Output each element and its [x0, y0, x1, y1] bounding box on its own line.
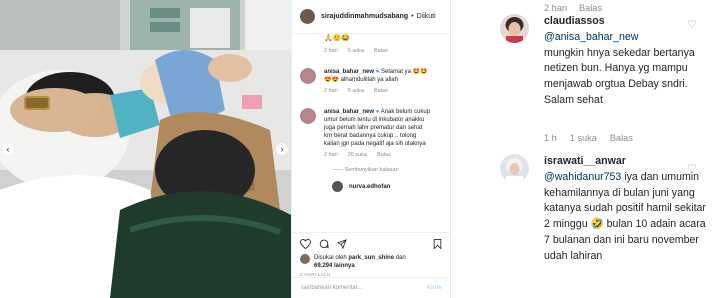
- chevron-right-icon[interactable]: ›: [276, 143, 288, 155]
- reply-button[interactable]: Balas: [610, 133, 633, 143]
- comment-time: 2 hari: [324, 88, 338, 94]
- comment-body: anisa_bahar_new ● Selamat ya 🤩🤩😍😍 alhamd…: [324, 68, 432, 84]
- likes-and: dan: [395, 255, 406, 261]
- comment-time: 1 h: [544, 133, 557, 143]
- reply-button[interactable]: Balas: [374, 48, 388, 54]
- reply-item: nurva.edhofan: [332, 181, 450, 192]
- avatar[interactable]: [300, 9, 315, 24]
- comment-item: anisa_bahar_new ● Selamat ya 🤩🤩😍😍 alhamd…: [300, 68, 450, 94]
- comment-text: iya dan umumin kehamilannya di bulan jun…: [544, 170, 706, 262]
- post-username[interactable]: sirajuddinmahmudsabang: [321, 13, 408, 20]
- likes-count[interactable]: 69.294 lainnya: [314, 263, 355, 269]
- verified-badge-icon: ●: [375, 69, 380, 75]
- comment-username[interactable]: anisa_bahar_new: [324, 109, 374, 115]
- comment-meta: 2 hari Balas: [544, 3, 602, 13]
- comment-mention[interactable]: @anisa_bahar_new: [544, 31, 638, 43]
- verified-badge-icon: ●: [375, 109, 380, 115]
- reply-button[interactable]: Balas: [377, 152, 391, 158]
- reply-username[interactable]: nurva.edhofan: [349, 184, 390, 190]
- chevron-left-icon[interactable]: ‹: [2, 143, 14, 155]
- comment-likes[interactable]: 1 suka: [570, 133, 597, 143]
- comment-time: 2 hari: [324, 152, 338, 158]
- avatar[interactable]: [500, 154, 529, 183]
- comment-username[interactable]: anisa_bahar_new: [324, 69, 374, 75]
- comment-meta: 2 hari 5 suka Balas: [324, 88, 432, 94]
- likes-summary: Disukai oleh park_sun_shine dan 69.294 l…: [300, 254, 442, 270]
- instagram-post: ‹ › sirajuddinmahmudsabang • Diikuti 🙏🙂😂…: [0, 0, 450, 298]
- avatar[interactable]: [500, 14, 529, 43]
- post-photo: ‹ ›: [0, 0, 291, 298]
- comment-icon[interactable]: [319, 239, 329, 249]
- bookmark-icon[interactable]: [433, 239, 442, 249]
- comment-time: 2 hari: [324, 48, 338, 54]
- post-comment-button[interactable]: Kirim: [427, 285, 442, 291]
- hide-replies-link[interactable]: —— Sembunyikan balasan: [332, 167, 450, 173]
- zoomed-comments-panel: 2 hari Balas claudiassos @anisa_bahar_ne…: [450, 0, 720, 298]
- likes-text: Disukai oleh park_sun_shine dan 69.294 l…: [314, 254, 406, 270]
- comment-text: mungkin hnya sekedar bertanya netizen bu…: [544, 46, 695, 106]
- avatar[interactable]: [300, 108, 316, 124]
- comment-body: anisa_bahar_new ● Anak belum cukup umur …: [324, 108, 432, 148]
- likes-prefix: Disukai oleh: [314, 255, 347, 261]
- action-bar: [300, 239, 442, 249]
- comment-likes[interactable]: 6 suka: [348, 48, 364, 54]
- comment-time: 2 hari: [544, 3, 567, 13]
- post-actions: Disukai oleh park_sun_shine dan 69.294 l…: [292, 232, 450, 277]
- avatar[interactable]: [332, 181, 343, 192]
- heart-icon[interactable]: ♡: [687, 162, 697, 175]
- avatar[interactable]: [300, 68, 316, 84]
- add-comment-bar: Kirim: [292, 277, 450, 298]
- avatar-photo: [500, 14, 529, 43]
- post-sidebar: sirajuddinmahmudsabang • Diikuti 🙏🙂😂 2 h…: [291, 0, 450, 298]
- avatar-photo: [500, 154, 529, 183]
- follow-status[interactable]: Diikuti: [417, 13, 436, 20]
- comment-item: anisa_bahar_new ● Anak belum cukup umur …: [300, 108, 450, 158]
- likes-first-user[interactable]: park_sun_shine: [348, 255, 394, 261]
- add-comment-input[interactable]: [300, 285, 427, 291]
- comment-list: 🙏🙂😂 2 hari 6 suka Balas anisa_bahar_new …: [292, 34, 450, 230]
- comment-emoji-line: 🙏🙂😂: [324, 35, 351, 42]
- avatar[interactable]: [300, 254, 310, 264]
- heart-icon[interactable]: ♡: [687, 18, 697, 31]
- screenshot-composite: ‹ › sirajuddinmahmudsabang • Diikuti 🙏🙂😂…: [0, 0, 720, 298]
- reply-button[interactable]: Balas: [374, 88, 388, 94]
- post-header: sirajuddinmahmudsabang • Diikuti: [292, 0, 450, 34]
- hide-replies-label: Sembunyikan balasan: [344, 167, 399, 173]
- comment-meta: 2 hari 6 suka Balas: [324, 48, 450, 54]
- share-icon[interactable]: [337, 239, 347, 249]
- separator-dot: •: [411, 13, 414, 20]
- comment-likes[interactable]: 5 suka: [348, 88, 364, 94]
- newborn-photo-illustration: [0, 0, 291, 298]
- divider-line: ——: [332, 167, 343, 173]
- comment-username[interactable]: claudiassos: [544, 15, 605, 27]
- heart-icon[interactable]: [300, 239, 311, 249]
- comment-meta: 2 hari 26 suka Balas: [324, 152, 432, 158]
- comment-likes[interactable]: 26 suka: [348, 152, 367, 158]
- comment-username[interactable]: israwati__anwar: [544, 155, 626, 167]
- comment-meta: 1 h 1 suka Balas: [544, 133, 633, 143]
- comment-mention[interactable]: @wahidanur753: [544, 171, 621, 183]
- reply-button[interactable]: Balas: [579, 3, 602, 13]
